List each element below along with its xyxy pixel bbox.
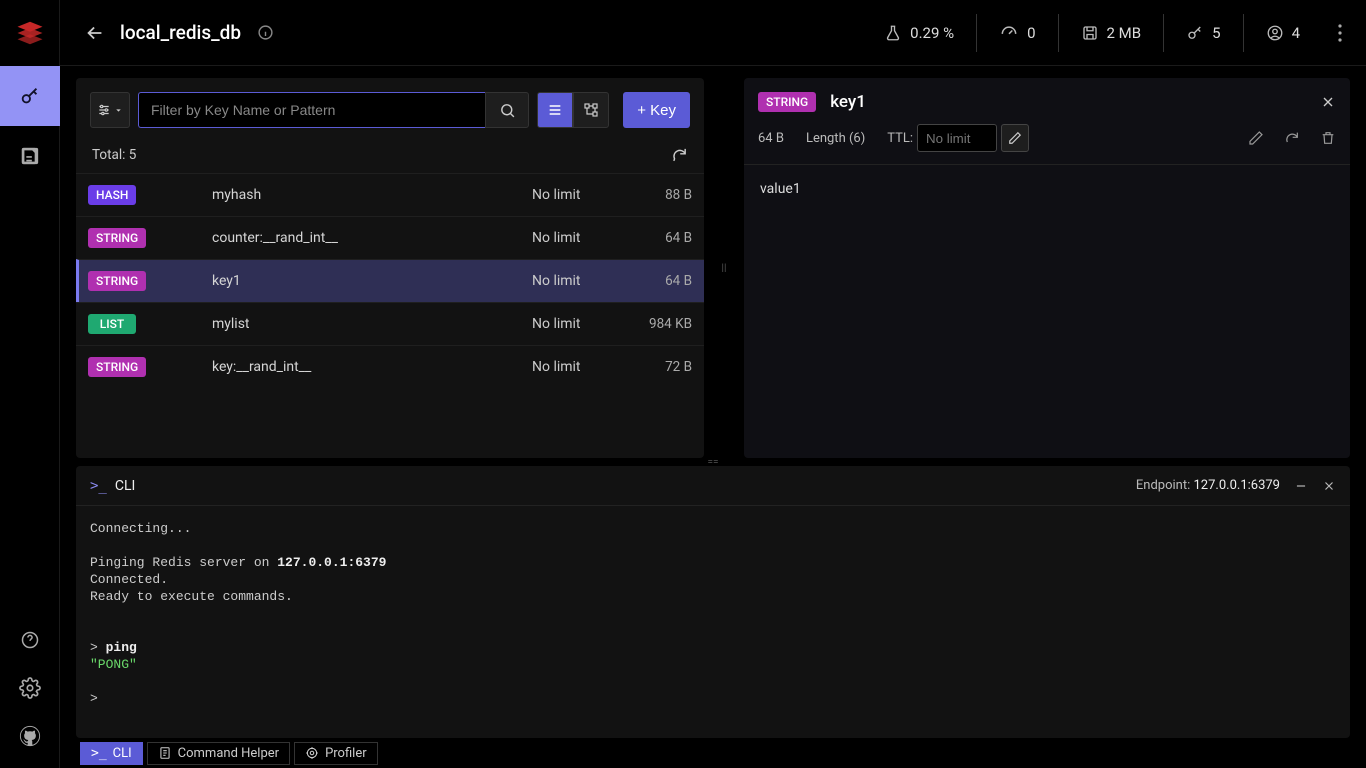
key-type-badge: HASH: [88, 185, 136, 205]
nav-help[interactable]: [0, 616, 60, 664]
detail-length: Length (6): [806, 131, 865, 146]
nav-keys[interactable]: [0, 66, 60, 126]
key-name-label: key1: [212, 273, 532, 289]
key-row[interactable]: STRING key1No limit64 B: [76, 259, 704, 302]
key-ttl-label: No limit: [532, 273, 632, 289]
left-sidebar: [0, 0, 60, 768]
nav-workbench[interactable]: [0, 126, 60, 186]
key-row[interactable]: STRING counter:__rand_int__No limit64 B: [76, 216, 704, 259]
detail-type-badge: STRING: [758, 92, 816, 112]
key-type-badge: LIST: [88, 314, 136, 334]
key-type-badge: STRING: [88, 271, 146, 291]
keys-list: HASHmyhashNo limit88 BSTRINGcounter:__ra…: [76, 173, 704, 458]
key-details-panel: STRING key1 64 B Length (6) TTL:: [744, 78, 1350, 458]
flask-icon: [884, 24, 902, 42]
stat-clients-value: 4: [1292, 24, 1300, 42]
key-filter-input[interactable]: [138, 92, 485, 128]
key-ttl-label: No limit: [532, 316, 632, 332]
key-name-label: counter:__rand_int__: [212, 230, 532, 246]
total-keys-label: Total: 5: [92, 147, 136, 163]
key-ttl-label: No limit: [532, 359, 632, 375]
view-tree-button[interactable]: [573, 92, 609, 128]
horizontal-resize-handle[interactable]: ==: [60, 458, 1366, 466]
key-row[interactable]: LIST mylistNo limit984 KB: [76, 302, 704, 345]
target-icon: [305, 746, 319, 760]
detail-ttl-label: TTL:: [887, 131, 913, 146]
key-ttl-label: No limit: [532, 230, 632, 246]
delete-key-icon[interactable]: [1320, 130, 1336, 146]
tab-cli[interactable]: >_ CLI: [80, 742, 143, 765]
filter-options-button[interactable]: [90, 92, 130, 128]
ttl-input[interactable]: [917, 124, 997, 152]
cli-minimize-icon[interactable]: [1294, 479, 1308, 493]
document-icon: [158, 746, 172, 760]
stat-memory-value: 2 MB: [1107, 24, 1142, 42]
key-icon: [1186, 24, 1204, 42]
cli-panel: >_ CLI Endpoint: 127.0.0.1:6379 Connecti…: [76, 466, 1350, 738]
key-name-label: mylist: [212, 316, 532, 332]
detail-value: value1: [744, 165, 1350, 213]
bottom-tabs: >_ CLI Command Helper Profiler: [76, 738, 1350, 768]
tab-profiler[interactable]: Profiler: [294, 742, 378, 765]
kebab-menu-icon[interactable]: [1332, 24, 1348, 42]
stat-commands: 0: [976, 14, 1057, 52]
stat-memory: 2 MB: [1058, 14, 1164, 52]
tab-cli-label: CLI: [113, 746, 132, 761]
database-name: local_redis_db: [120, 21, 241, 44]
key-name-label: myhash: [212, 187, 532, 203]
redis-logo: [0, 0, 60, 66]
info-icon[interactable]: [257, 24, 274, 41]
cli-prompt-icon: >_: [91, 746, 107, 761]
key-size-label: 72 B: [632, 359, 692, 375]
cli-close-icon[interactable]: [1322, 479, 1336, 493]
key-size-label: 88 B: [632, 187, 692, 203]
key-row[interactable]: HASH myhashNo limit88 B: [76, 173, 704, 216]
tab-helper-label: Command Helper: [178, 746, 279, 761]
detail-size: 64 B: [758, 131, 784, 146]
cli-endpoint: 127.0.0.1:6379: [1194, 478, 1281, 493]
key-name-label: key:__rand_int__: [212, 359, 532, 375]
save-icon: [1081, 24, 1099, 42]
back-arrow-icon[interactable]: [84, 22, 106, 44]
add-key-button[interactable]: + Key: [623, 92, 690, 128]
user-icon: [1266, 24, 1284, 42]
stat-cpu-value: 0.29 %: [910, 24, 954, 42]
edit-value-icon[interactable]: [1248, 130, 1264, 146]
stat-keys: 5: [1163, 14, 1242, 52]
cli-prompt-icon: >_: [90, 478, 107, 494]
key-size-label: 984 KB: [632, 316, 692, 332]
key-type-badge: STRING: [88, 357, 146, 377]
stat-cpu: 0.29 %: [862, 14, 976, 52]
cli-title: CLI: [115, 478, 135, 494]
speed-icon: [999, 23, 1019, 43]
key-size-label: 64 B: [632, 230, 692, 246]
close-details-icon[interactable]: [1320, 94, 1336, 110]
nav-github[interactable]: [0, 712, 60, 760]
view-list-button[interactable]: [537, 92, 573, 128]
top-header: local_redis_db 0.29 % 0 2 MB: [60, 0, 1366, 66]
stat-commands-value: 0: [1027, 24, 1035, 42]
keys-panel: + Key Total: 5 HASHmyhashNo limit88 BSTR…: [76, 78, 704, 458]
stat-clients: 4: [1243, 14, 1322, 52]
tab-profiler-label: Profiler: [325, 746, 367, 761]
stat-keys-value: 5: [1212, 24, 1220, 42]
vertical-resize-handle[interactable]: ||: [720, 78, 728, 458]
key-size-label: 64 B: [632, 273, 692, 289]
search-button[interactable]: [485, 92, 529, 128]
key-ttl-label: No limit: [532, 187, 632, 203]
ttl-edit-button[interactable]: [1001, 124, 1029, 152]
cli-output[interactable]: Connecting... Pinging Redis server on 12…: [76, 506, 1350, 738]
tab-command-helper[interactable]: Command Helper: [147, 742, 290, 765]
refresh-keys-icon[interactable]: [671, 146, 688, 163]
detail-key-name: key1: [830, 92, 1320, 112]
nav-settings[interactable]: [0, 664, 60, 712]
refresh-value-icon[interactable]: [1284, 130, 1300, 146]
key-row[interactable]: STRING key:__rand_int__No limit72 B: [76, 345, 704, 388]
key-type-badge: STRING: [88, 228, 146, 248]
cli-endpoint-label: Endpoint:: [1136, 478, 1190, 493]
